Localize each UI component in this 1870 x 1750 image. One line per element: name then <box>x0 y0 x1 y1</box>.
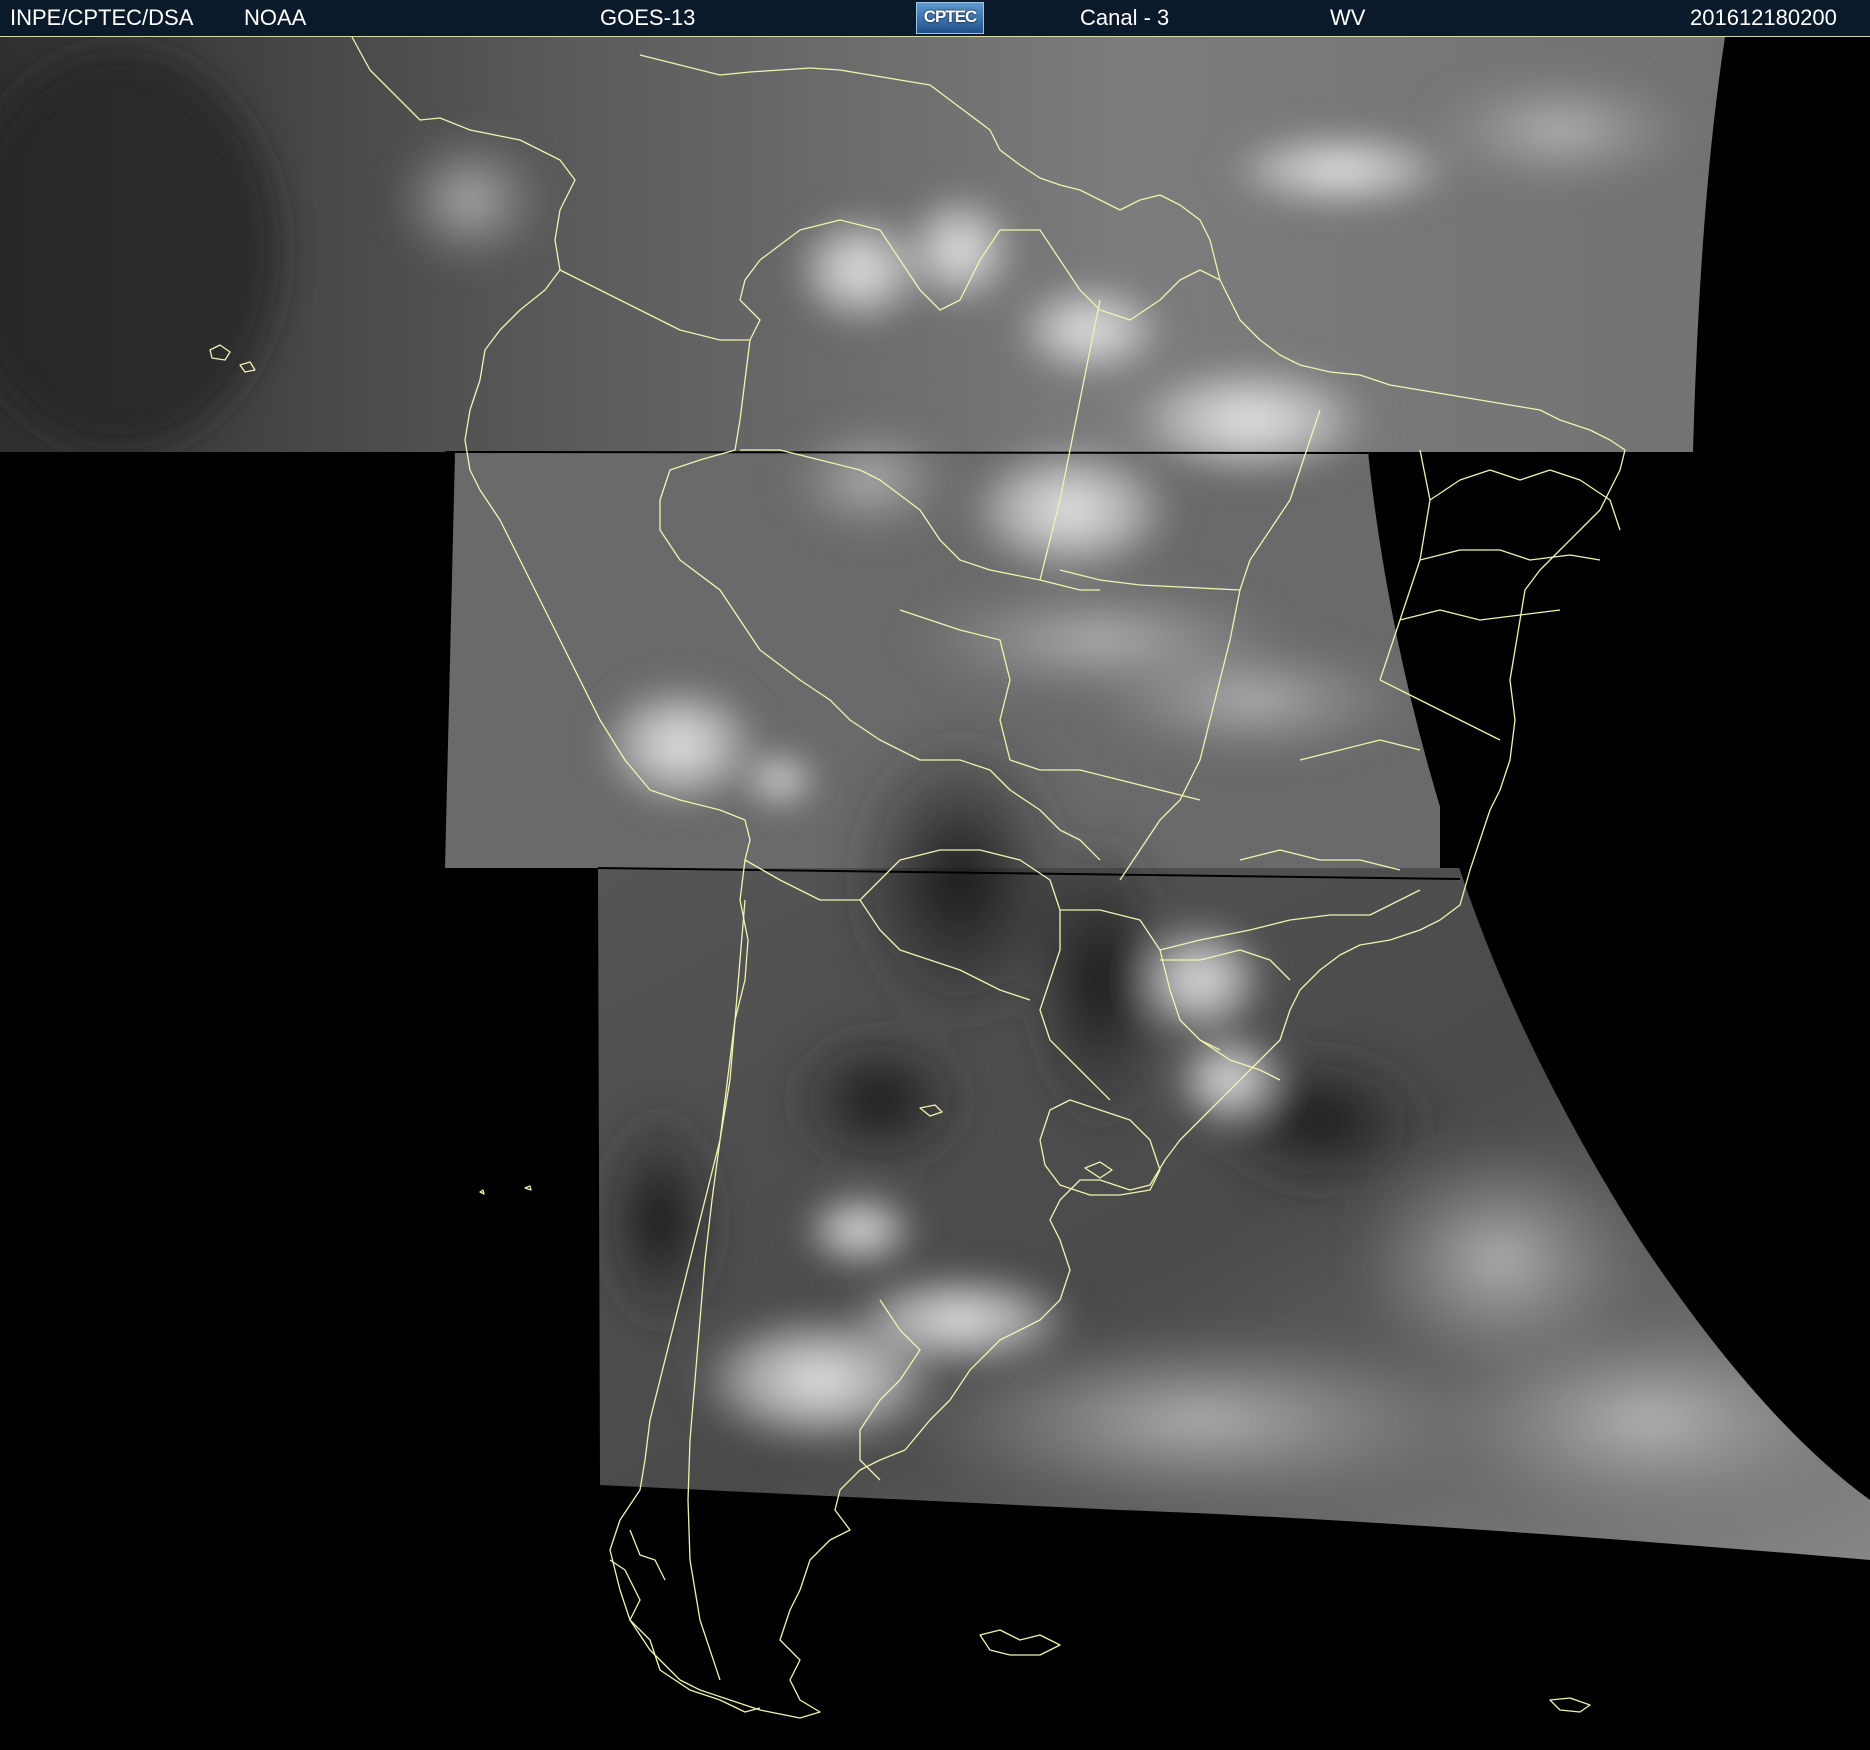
satellite-label: GOES-13 <box>600 5 696 30</box>
band-label: WV <box>1330 5 1366 30</box>
cptec-logo: CPTEC <box>916 2 984 34</box>
image-header-bar: INPE/CPTEC/DSA NOAA GOES-13 CPTEC Canal … <box>0 0 1870 37</box>
institution-label: INPE/CPTEC/DSA <box>10 5 194 30</box>
strip-seam <box>444 451 1369 454</box>
cptec-logo-text: CPTEC <box>923 7 978 26</box>
agency-label: NOAA <box>244 5 307 30</box>
channel-label: Canal - 3 <box>1080 5 1170 30</box>
timestamp-label: 201612180200 <box>1690 5 1837 30</box>
satellite-image <box>0 37 1870 1750</box>
